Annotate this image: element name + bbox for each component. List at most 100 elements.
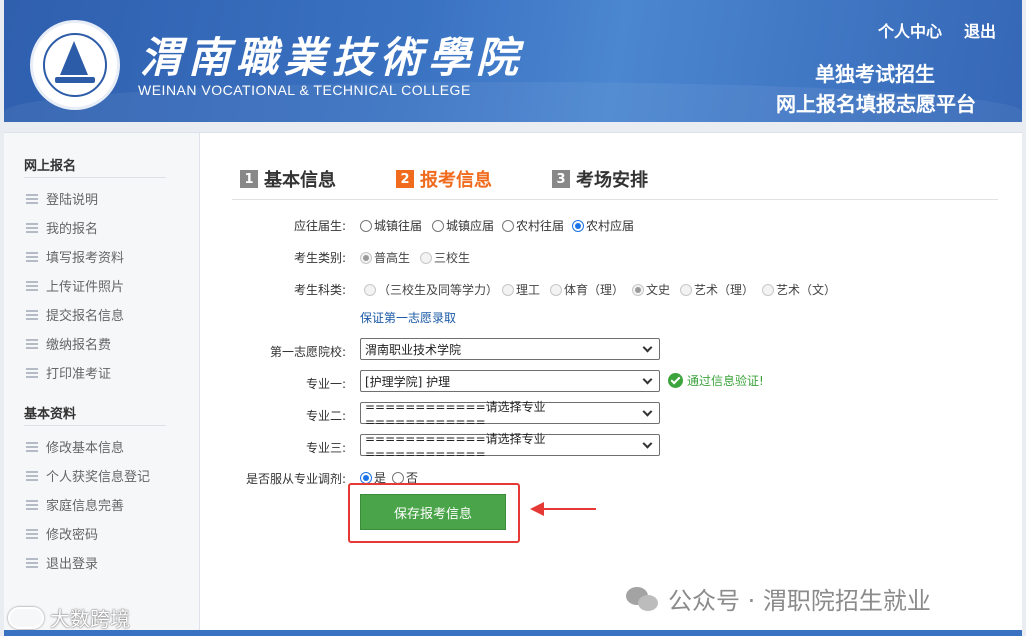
page: { "header": { "college_cn": "渭南職業技術學院", … xyxy=(0,0,1026,636)
sidebar: 网上报名 登陆说明 我的报名 填写报考资料 上传证件照片 提交报名信息 缴纳报名… xyxy=(4,133,200,636)
subject-option-vocational-equivalent[interactable]: （三校生及同等学力） xyxy=(364,281,498,298)
radio-selected-icon xyxy=(360,251,372,264)
radio-icon xyxy=(550,283,562,296)
major2-select[interactable]: ============请选择专业============ xyxy=(360,400,660,429)
subject-label: 考生科类: xyxy=(293,283,346,297)
sidebar-item-label: 我的报名 xyxy=(46,222,99,237)
radio-icon xyxy=(392,471,404,484)
sidebar-item-my-registration[interactable]: 我的报名 xyxy=(26,218,98,237)
radio-icon xyxy=(364,283,376,296)
radio-icon xyxy=(420,251,432,264)
sidebar-divider xyxy=(24,425,166,426)
first-choice-school-label: 第一志愿院校: xyxy=(269,345,346,359)
radio-icon xyxy=(502,283,514,296)
subject-option-science[interactable]: 理工 xyxy=(502,281,540,298)
radio-icon xyxy=(680,283,692,296)
major2-label: 专业二: xyxy=(305,409,346,423)
option-label: 城镇应届 xyxy=(446,219,495,233)
sidebar-item-fill-info[interactable]: 填写报考资料 xyxy=(26,247,124,266)
select-value: ============请选择专业============ xyxy=(365,399,546,429)
sidebar-item-upload-photo[interactable]: 上传证件照片 xyxy=(26,276,124,295)
option-label: 三校生 xyxy=(434,251,471,265)
college-name-cn: 渭南職業技術學院 xyxy=(140,33,525,82)
sidebar-item-label: 修改密码 xyxy=(46,528,99,543)
sidebar-item-awards[interactable]: 个人获奖信息登记 xyxy=(26,466,150,485)
residence-option-rural-past[interactable]: 农村往届 xyxy=(502,217,564,234)
subject-option-sports-science[interactable]: 体育（理） xyxy=(550,281,624,298)
sidebar-group-basic-data: 基本资料 xyxy=(24,407,77,422)
save-application-button[interactable]: 保存报考信息 xyxy=(360,494,506,530)
list-icon xyxy=(26,441,38,452)
sidebar-item-family[interactable]: 家庭信息完善 xyxy=(26,495,124,514)
logout-link[interactable]: 退出 xyxy=(964,18,996,42)
step-label: 报考信息 xyxy=(420,170,492,191)
subject-option-arts-liberal[interactable]: 艺术（文） xyxy=(762,281,836,298)
watermark-wechat: 公众号 · 渭职院招生就业 xyxy=(626,581,931,616)
option-label: 文史 xyxy=(646,283,671,297)
radio-icon xyxy=(502,219,514,232)
type-option-vocational[interactable]: 三校生 xyxy=(420,249,470,266)
option-label: 体育（理） xyxy=(564,283,625,297)
slogan-line1: 单独考试招生 xyxy=(815,62,935,86)
sidebar-item-edit-basic[interactable]: 修改基本信息 xyxy=(26,437,124,456)
personal-center-link[interactable]: 个人中心 xyxy=(878,18,942,42)
radio-selected-icon xyxy=(632,283,644,296)
college-name-en: WEINAN VOCATIONAL & TECHNICAL COLLEGE xyxy=(138,82,471,98)
major1-select[interactable]: [护理学院] 护理 xyxy=(360,370,660,392)
major3-select[interactable]: ============请选择专业============ xyxy=(360,432,660,461)
sidebar-item-label: 登陆说明 xyxy=(46,193,99,208)
list-icon xyxy=(26,338,38,349)
watermark-text: 大数跨境 xyxy=(50,607,130,631)
steps-divider xyxy=(232,199,998,200)
sidebar-group-online-registration: 网上报名 xyxy=(24,159,77,174)
subject-option-arts-science[interactable]: 艺术（理） xyxy=(680,281,754,298)
option-label: 艺术（文） xyxy=(776,283,837,297)
chevron-down-icon xyxy=(642,342,653,352)
verify-text: 通过信息验证! xyxy=(687,374,764,388)
sidebar-item-label: 个人获奖信息登记 xyxy=(46,470,151,485)
sidebar-item-logout[interactable]: 退出登录 xyxy=(26,553,98,572)
sidebar-item-label: 家庭信息完善 xyxy=(46,499,125,514)
sidebar-item-label: 上传证件照片 xyxy=(46,280,125,295)
option-label: （三校生及同等学力） xyxy=(378,283,499,297)
option-label: 城镇往届 xyxy=(374,219,423,233)
list-icon xyxy=(26,528,38,539)
step-application-info[interactable]: 2 报考信息 xyxy=(396,166,492,192)
sidebar-item-print-ticket[interactable]: 打印准考证 xyxy=(26,363,111,382)
step-exam-arrangement[interactable]: 3 考场安排 xyxy=(552,166,648,192)
residence-label: 应往届生: xyxy=(293,219,346,233)
step-label: 考场安排 xyxy=(576,170,648,191)
first-choice-school-select[interactable]: 渭南职业技术学院 xyxy=(360,338,660,360)
radio-selected-icon xyxy=(360,471,372,484)
watermark-text: 公众号 · 渭职院招生就业 xyxy=(668,587,931,615)
residence-option-urban-past[interactable]: 城镇往届 xyxy=(360,217,422,234)
radio-selected-icon xyxy=(572,219,584,232)
subject-option-liberal-arts[interactable]: 文史 xyxy=(632,281,670,298)
header-banner: 渭南職業技術學院 WEINAN VOCATIONAL & TECHNICAL C… xyxy=(4,0,1022,122)
sidebar-item-pay-fee[interactable]: 缴纳报名费 xyxy=(26,334,111,353)
step-number: 3 xyxy=(552,170,570,188)
sidebar-item-label: 退出登录 xyxy=(46,557,99,572)
sidebar-item-submit-info[interactable]: 提交报名信息 xyxy=(26,305,124,324)
logo-base xyxy=(55,77,95,83)
option-label: 理工 xyxy=(516,283,541,297)
sidebar-divider xyxy=(24,177,166,178)
top-nav: 个人中心 退出 xyxy=(878,18,996,42)
step-basic-info[interactable]: 1 基本信息 xyxy=(240,166,336,192)
option-label: 普高生 xyxy=(374,251,411,265)
wechat-icon xyxy=(626,585,660,613)
residence-option-urban-current[interactable]: 城镇应届 xyxy=(432,217,494,234)
guarantee-first-choice-link[interactable]: 保证第一志愿录取 xyxy=(360,309,456,326)
major3-label: 专业三: xyxy=(305,441,346,455)
college-logo xyxy=(30,20,120,110)
list-icon xyxy=(26,309,38,320)
sidebar-item-change-password[interactable]: 修改密码 xyxy=(26,524,98,543)
list-icon xyxy=(26,251,38,262)
check-circle-icon xyxy=(668,373,683,388)
sidebar-item-login-guide[interactable]: 登陆说明 xyxy=(26,189,98,208)
type-option-regular[interactable]: 普高生 xyxy=(360,249,410,266)
sidebar-item-label: 缴纳报名费 xyxy=(46,338,112,353)
residence-option-rural-current[interactable]: 农村应届 xyxy=(572,217,634,234)
verify-status: 通过信息验证! xyxy=(668,372,764,389)
step-number: 1 xyxy=(240,170,258,188)
